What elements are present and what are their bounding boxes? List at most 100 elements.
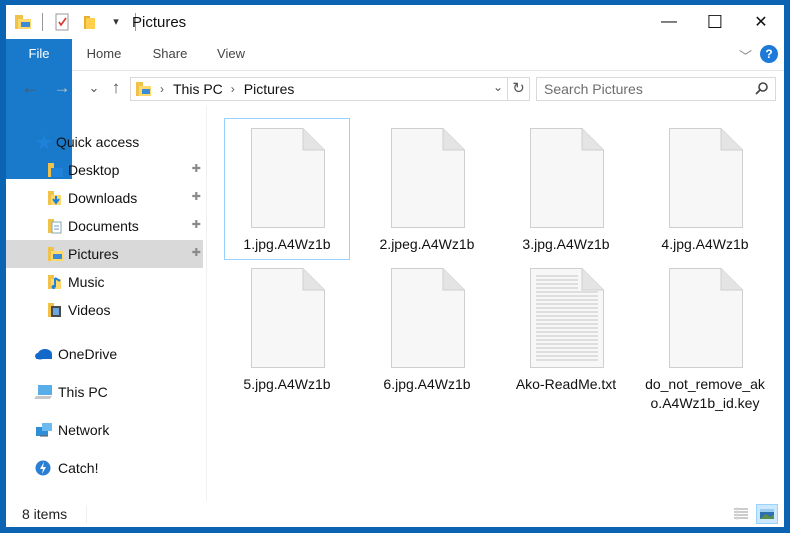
pin-icon[interactable]: ✚ (192, 246, 201, 259)
sidebar-item-label: OneDrive (58, 346, 118, 362)
file-name: 5.jpg.A4Wz1b (243, 376, 331, 392)
file-name: 4.jpg.A4Wz1b (661, 236, 749, 252)
help-icon[interactable]: ? (760, 45, 778, 63)
back-button[interactable]: ← (20, 78, 40, 98)
file-item[interactable]: do_not_remove_ako.A4Wz1b_id.key (643, 259, 767, 429)
properties-icon[interactable] (53, 13, 71, 31)
sidebar-item-music[interactable]: Music (6, 268, 203, 296)
breadcrumb-pictures[interactable]: Pictures (244, 81, 295, 97)
downloads-folder-icon (48, 190, 64, 206)
expand-ribbon-icon[interactable]: ﹀ (739, 46, 752, 65)
title-bar: ▾ Pictures — ☐ ✕ (6, 5, 784, 39)
search-input[interactable]: Search Pictures (536, 77, 776, 101)
sidebar-item-catch[interactable]: Catch! (6, 454, 203, 482)
blank-file-icon (530, 128, 604, 228)
sidebar-item-label: Pictures (68, 246, 119, 262)
close-button[interactable]: ✕ (738, 5, 784, 39)
large-icons-view-button[interactable] (756, 504, 778, 524)
network-icon (34, 422, 54, 438)
sidebar-item-label: Downloads (68, 190, 138, 206)
minimize-button[interactable]: — (646, 5, 692, 39)
qat-divider (42, 13, 43, 31)
pin-icon[interactable]: ✚ (192, 162, 201, 175)
recent-locations-button[interactable]: ⌄ (84, 78, 104, 98)
sidebar-item-pictures[interactable]: Pictures ✚ (6, 240, 203, 268)
sidebar-item-desktop[interactable]: Desktop ✚ (6, 156, 203, 184)
sidebar-item-label: Quick access (56, 134, 140, 150)
explorer-window: ▾ Pictures — ☐ ✕ File Home Share View ﹀ … (6, 5, 784, 527)
pin-icon[interactable]: ✚ (192, 218, 201, 231)
sidebar-item-this-pc[interactable]: This PC (6, 378, 203, 406)
maximize-button[interactable]: ☐ (692, 5, 738, 39)
navigation-bar: ← → ⌄ ↑ › This PC › Pictures ⌄ ↻ Search … (6, 72, 784, 106)
sidebar-item-label: Documents (68, 218, 139, 234)
this-pc-icon (34, 384, 54, 400)
status-divider (86, 505, 87, 523)
file-item[interactable]: 1.jpg.A4Wz1b (224, 118, 350, 260)
details-view-icon (734, 507, 748, 520)
blank-file-icon (391, 128, 465, 228)
up-button[interactable]: ↑ (106, 78, 126, 98)
file-item[interactable]: 6.jpg.A4Wz1b (365, 259, 489, 399)
sidebar-item-label: Catch! (58, 460, 99, 476)
blank-file-icon (669, 268, 743, 368)
details-view-button[interactable] (730, 504, 752, 524)
sidebar-item-label: Music (68, 274, 105, 290)
refresh-button[interactable]: ↻ (508, 77, 530, 101)
item-count: 8 items (22, 506, 68, 522)
sidebar-item-videos[interactable]: Videos (6, 296, 203, 324)
sidebar-item-quick-access[interactable]: Quick access (6, 128, 203, 156)
blank-file-icon (251, 268, 325, 368)
ribbon: File Home Share View ﹀ ? (6, 39, 784, 179)
file-name: do_not_remove_ako.A4Wz1b_id.key (645, 376, 765, 411)
search-icon[interactable] (755, 78, 769, 106)
status-bar: 8 items (6, 501, 784, 527)
address-bar[interactable]: › This PC › Pictures ⌄ (130, 77, 508, 101)
search-placeholder: Search Pictures (544, 81, 643, 97)
file-name: 1.jpg.A4Wz1b (243, 236, 331, 252)
sidebar-item-label: Network (58, 422, 110, 438)
file-item[interactable]: 5.jpg.A4Wz1b (225, 259, 349, 399)
desktop-folder-icon (48, 162, 64, 178)
tab-home[interactable]: Home (78, 39, 130, 69)
new-folder-icon[interactable] (81, 13, 99, 31)
tab-share[interactable]: Share (144, 39, 196, 69)
forward-button[interactable]: → (52, 78, 72, 98)
sidebar-item-downloads[interactable]: Downloads ✚ (6, 184, 203, 212)
breadcrumb-this-pc[interactable]: This PC (173, 81, 223, 97)
address-dropdown-icon[interactable]: ⌄ (493, 80, 503, 94)
sidebar-item-label: This PC (58, 384, 108, 400)
file-item[interactable]: Ako-ReadMe.txt (504, 259, 628, 399)
star-icon (36, 134, 52, 150)
file-name: 3.jpg.A4Wz1b (522, 236, 610, 252)
file-item[interactable]: 4.jpg.A4Wz1b (643, 119, 767, 259)
quick-access-toolbar: ▾ (14, 13, 146, 31)
file-item[interactable]: 2.jpeg.A4Wz1b (365, 119, 489, 259)
window-title: Pictures (132, 14, 187, 31)
tab-view[interactable]: View (206, 39, 256, 69)
pin-icon[interactable]: ✚ (192, 190, 201, 203)
blank-file-icon (391, 268, 465, 368)
file-name: Ako-ReadMe.txt (515, 376, 617, 392)
catch-icon (34, 460, 54, 476)
blank-file-icon (251, 128, 325, 228)
sidebar-item-label: Desktop (68, 162, 120, 178)
file-item[interactable]: 3.jpg.A4Wz1b (504, 119, 628, 259)
documents-folder-icon (48, 218, 64, 234)
breadcrumb-separator: › (160, 82, 164, 96)
sidebar-item-documents[interactable]: Documents ✚ (6, 212, 203, 240)
pictures-folder-icon (48, 246, 64, 262)
file-name: 2.jpeg.A4Wz1b (379, 236, 475, 252)
navigation-pane: Quick access Desktop ✚ Downloads ✚ Docum… (6, 106, 206, 496)
file-list: 1.jpg.A4Wz1b 2.jpeg.A4Wz1b 3.jpg.A4Wz1b … (207, 106, 784, 501)
sidebar-item-onedrive[interactable]: OneDrive (6, 340, 203, 368)
breadcrumb-separator: › (230, 82, 235, 96)
blank-file-icon (669, 128, 743, 228)
pictures-folder-icon (14, 13, 32, 31)
pictures-folder-icon (136, 81, 152, 97)
large-icons-view-icon (760, 509, 774, 519)
onedrive-icon (34, 346, 54, 362)
text-file-icon (530, 268, 604, 368)
customize-qat-icon[interactable]: ▾ (107, 13, 125, 31)
sidebar-item-network[interactable]: Network (6, 416, 203, 444)
